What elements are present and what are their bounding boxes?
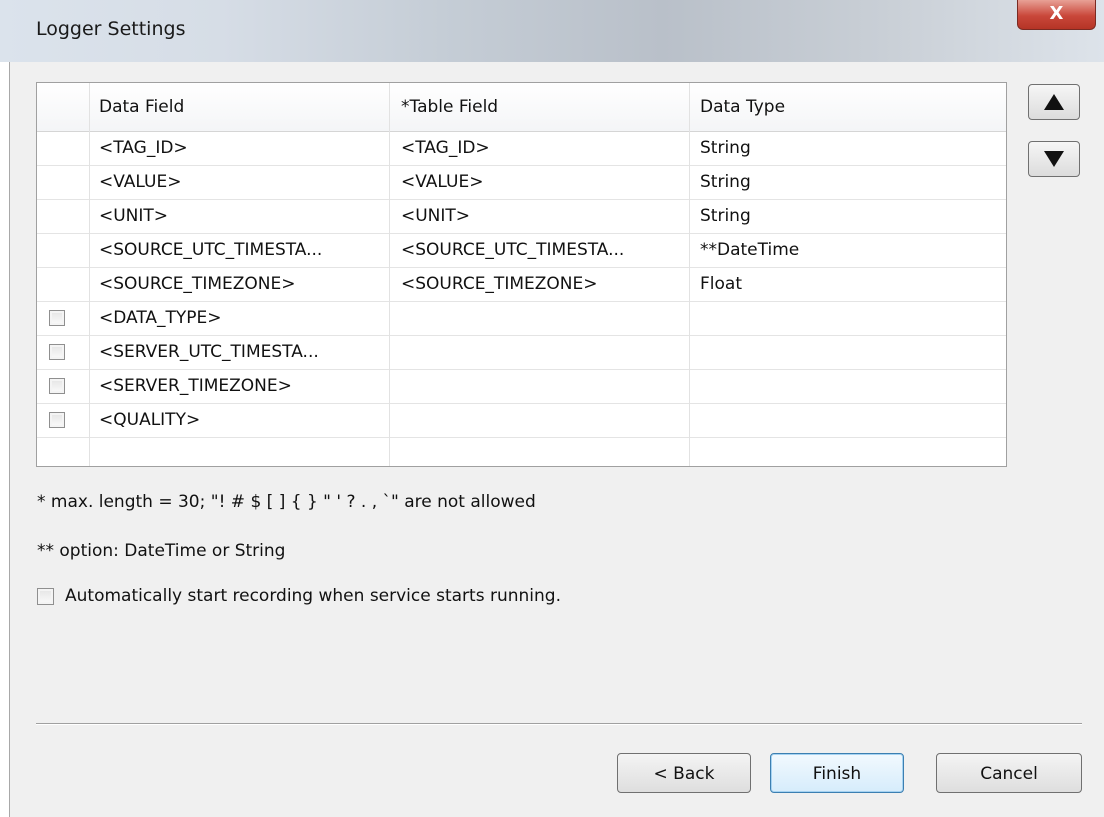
row-checkbox[interactable]: [49, 310, 65, 326]
datetime-option-note: ** option: DateTime or String: [37, 541, 286, 561]
grid-line: [689, 83, 690, 466]
table-field-cell[interactable]: <VALUE>: [401, 165, 483, 199]
finish-button[interactable]: Finish: [770, 753, 904, 793]
grid-line: [89, 83, 90, 466]
data-field-cell[interactable]: <UNIT>: [99, 199, 168, 233]
autostart-label[interactable]: Automatically start recording when servi…: [65, 586, 561, 606]
back-button[interactable]: < Back: [617, 753, 751, 793]
data-field-cell[interactable]: <SERVER_TIMEZONE>: [99, 369, 292, 403]
data-field-cell[interactable]: <QUALITY>: [99, 403, 200, 437]
row-checkbox[interactable]: [49, 378, 65, 394]
data-type-cell[interactable]: **DateTime: [700, 233, 799, 267]
table-field-cell[interactable]: <SOURCE_TIMEZONE>: [401, 267, 597, 301]
move-up-button[interactable]: [1028, 84, 1080, 120]
table-row[interactable]: <DATA_TYPE>: [37, 301, 1006, 336]
table-row[interactable]: <QUALITY>: [37, 403, 1006, 438]
window-title: Logger Settings: [36, 18, 186, 40]
grid-header: Data Field *Table Field Data Type: [37, 83, 1006, 132]
data-field-cell[interactable]: <SOURCE_TIMEZONE>: [99, 267, 295, 301]
row-checkbox[interactable]: [49, 412, 65, 428]
data-field-cell[interactable]: <DATA_TYPE>: [99, 301, 222, 335]
table-row[interactable]: <SERVER_UTC_TIMESTA...: [37, 335, 1006, 370]
footer-divider: [36, 723, 1082, 725]
table-field-cell[interactable]: <SOURCE_UTC_TIMESTA...: [401, 233, 624, 267]
data-field-cell[interactable]: <SOURCE_UTC_TIMESTA...: [99, 233, 322, 267]
data-type-cell[interactable]: String: [700, 131, 751, 165]
row-checkbox[interactable]: [49, 344, 65, 360]
data-type-cell[interactable]: String: [700, 165, 751, 199]
data-field-cell[interactable]: <VALUE>: [99, 165, 181, 199]
triangle-down-icon: [1044, 151, 1064, 167]
table-row[interactable]: <UNIT> <UNIT> String: [37, 199, 1006, 234]
autostart-checkbox-box[interactable]: [37, 588, 54, 605]
data-type-cell[interactable]: String: [700, 199, 751, 233]
data-type-cell[interactable]: Float: [700, 267, 742, 301]
column-header-table-field[interactable]: *Table Field: [401, 83, 498, 131]
table-row[interactable]: <VALUE> <VALUE> String: [37, 165, 1006, 200]
max-length-note: * max. length = 30; "! # $ [ ] { } " ' ?…: [37, 492, 536, 512]
triangle-up-icon: [1044, 94, 1064, 110]
table-row[interactable]: <SOURCE_UTC_TIMESTA... <SOURCE_UTC_TIMEST…: [37, 233, 1006, 268]
close-button[interactable]: X: [1017, 0, 1096, 30]
table-row[interactable]: <TAG_ID> <TAG_ID> String: [37, 131, 1006, 166]
move-down-button[interactable]: [1028, 141, 1080, 177]
grid-line: [389, 83, 390, 466]
column-header-data-type[interactable]: Data Type: [700, 83, 785, 131]
data-field-cell[interactable]: <SERVER_UTC_TIMESTA...: [99, 335, 319, 369]
column-header-data-field[interactable]: Data Field: [99, 83, 184, 131]
table-row[interactable]: <SERVER_TIMEZONE>: [37, 369, 1006, 404]
data-field-cell[interactable]: <TAG_ID>: [99, 131, 188, 165]
table-field-cell[interactable]: <UNIT>: [401, 199, 470, 233]
table-row[interactable]: <SOURCE_TIMEZONE> <SOURCE_TIMEZONE> Float: [37, 267, 1006, 302]
table-field-cell[interactable]: <TAG_ID>: [401, 131, 490, 165]
cancel-button[interactable]: Cancel: [936, 753, 1082, 793]
close-icon: X: [1049, 3, 1064, 24]
title-bar[interactable]: Logger Settings X: [0, 0, 1104, 62]
table-row-empty[interactable]: [37, 437, 1006, 466]
field-mapping-grid[interactable]: Data Field *Table Field Data Type <TAG_I…: [36, 82, 1007, 467]
